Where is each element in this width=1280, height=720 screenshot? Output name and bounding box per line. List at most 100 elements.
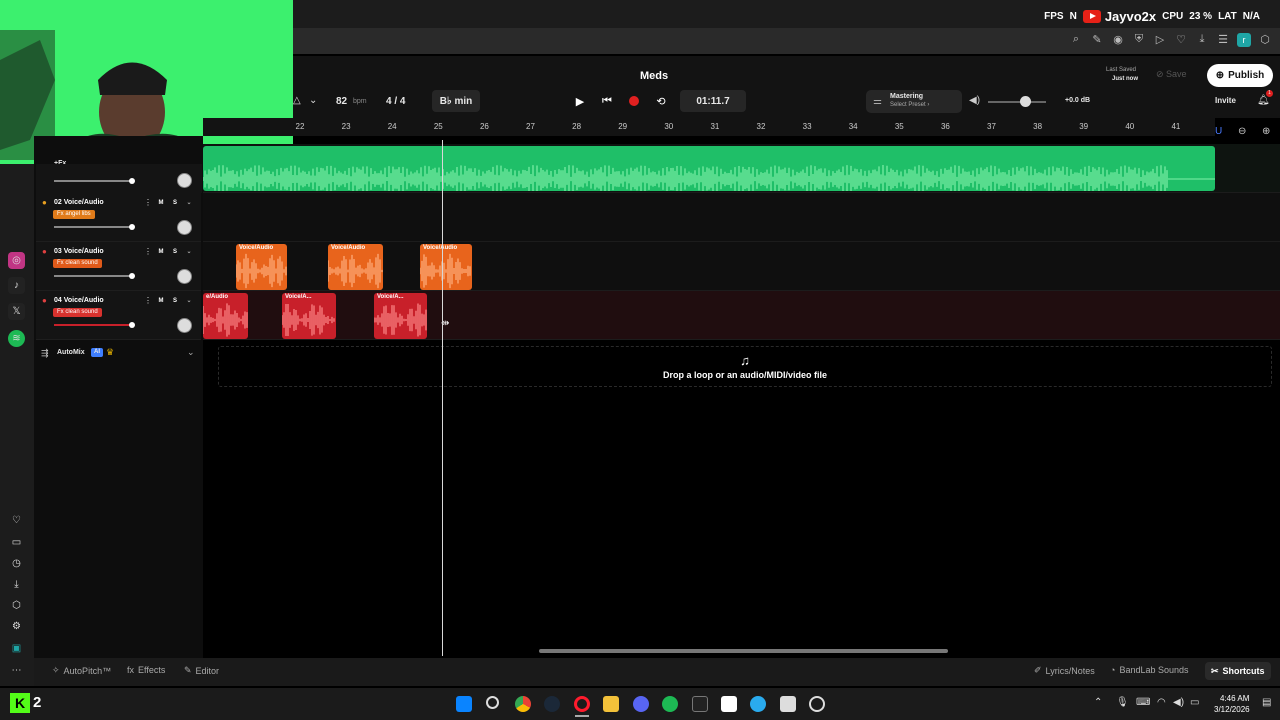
pan-knob[interactable]	[177, 318, 192, 333]
camera-icon[interactable]: ◉	[1111, 33, 1125, 47]
battery-icon[interactable]: ▭	[1190, 697, 1199, 708]
volume-handle[interactable]	[129, 224, 135, 230]
skip-back-button[interactable]: ⏮	[596, 90, 618, 112]
audio-clip-track-3[interactable]: Voice/Audio	[420, 244, 472, 290]
pan-knob[interactable]	[177, 220, 192, 235]
master-volume-handle[interactable]	[1020, 96, 1031, 107]
save-button[interactable]: ⊘ Save	[1156, 69, 1187, 80]
shield-icon[interactable]: ⛨	[1132, 33, 1146, 47]
solo-button[interactable]: S	[170, 198, 180, 208]
opera-icon[interactable]	[574, 696, 590, 712]
fx-badge[interactable]: Fx angel libs	[53, 210, 95, 219]
more-icon[interactable]: ⋮	[144, 247, 152, 256]
horizontal-scrollbar[interactable]	[539, 649, 948, 653]
track-header-4[interactable]: ● 04 Voice/Audio Fx clean sound ⋮ M S ⌄	[36, 291, 201, 340]
heart-icon[interactable]: ♡	[1174, 33, 1188, 47]
mastering-button[interactable]: ⚌ Mastering Select Preset ›	[866, 90, 962, 113]
taskbar-date[interactable]: 3/12/2026	[1214, 705, 1250, 714]
epic-games-icon[interactable]	[692, 696, 708, 712]
spotify-icon[interactable]	[662, 696, 678, 712]
chevron-down-icon[interactable]: ⌄	[309, 95, 317, 106]
track-header-3[interactable]: ● 03 Voice/Audio Fx clean sound ⋮ M S ⌄	[36, 242, 201, 291]
autopitch-button[interactable]: ✧ AutoPitch™	[52, 665, 111, 676]
history-icon[interactable]: ◷	[8, 555, 25, 572]
chevron-down-icon[interactable]: ⌄	[184, 296, 194, 306]
spotify-icon[interactable]: ≋	[8, 330, 25, 347]
audio-clip-track-3[interactable]: Voice/Audio	[236, 244, 287, 290]
start-icon[interactable]	[456, 696, 472, 712]
drop-zone[interactable]: ♫ Drop a loop or an audio/MIDI/video fil…	[218, 346, 1272, 387]
profile-extension-icon[interactable]: r	[1237, 33, 1251, 47]
record-arm-icon[interactable]: ●	[42, 296, 47, 305]
key-selector[interactable]: B♭ min	[432, 90, 480, 112]
instagram-icon[interactable]: ◎	[8, 252, 25, 269]
project-title[interactable]: Meds	[640, 70, 668, 82]
edit-icon[interactable]: ✎	[1090, 33, 1104, 47]
timeline-ruler[interactable]: 22 23 24 25 26 27 28 29 30 31 32 33 34 35 36 37 38 39 40 41	[203, 118, 1215, 136]
solo-button[interactable]: S	[170, 296, 180, 306]
discord-icon[interactable]	[633, 696, 649, 712]
time-signature[interactable]: 4 / 4	[386, 96, 405, 107]
speaker-icon[interactable]: ◀)	[969, 95, 980, 106]
play-icon[interactable]: ▷	[1153, 33, 1167, 47]
kick-icon[interactable]: K	[10, 693, 30, 713]
more-icon[interactable]: ⋮	[144, 296, 152, 305]
chevron-down-icon[interactable]: ⌄	[184, 198, 194, 208]
heart-icon[interactable]: ♡	[8, 512, 25, 529]
fx-badge[interactable]: Fx clean sound	[53, 259, 102, 268]
download-icon[interactable]: ⤓	[8, 576, 25, 593]
record-arm-icon[interactable]: ●	[42, 247, 47, 256]
notepad-icon[interactable]	[721, 696, 737, 712]
search-icon[interactable]	[486, 696, 499, 709]
volume-slider[interactable]	[54, 275, 132, 277]
zoom-out-icon[interactable]: ⊖	[1238, 126, 1246, 137]
audio-clip-track-3[interactable]: Voice/Audio	[328, 244, 383, 290]
mute-button[interactable]: M	[156, 247, 166, 257]
volume-slider[interactable]	[54, 180, 132, 182]
chat-icon[interactable]: ▭	[8, 534, 25, 551]
x-icon[interactable]: 𝕏	[8, 303, 25, 320]
track-lane-2[interactable]	[203, 193, 1280, 242]
more-icon[interactable]: ⋯	[8, 662, 25, 679]
menu-icon[interactable]: ☰	[1216, 33, 1230, 47]
record-button[interactable]	[623, 90, 645, 112]
zoom-in-icon[interactable]: ⊕	[1262, 126, 1270, 137]
fx-badge[interactable]: Fx clean sound	[53, 308, 102, 317]
search-icon[interactable]: ⌕	[1069, 33, 1083, 47]
more-icon[interactable]: ⋮	[144, 198, 152, 207]
publish-button[interactable]: ⊕ Publish	[1207, 64, 1273, 87]
cube-icon[interactable]: ⬡	[8, 597, 25, 614]
file-explorer-icon[interactable]	[603, 696, 619, 712]
record-arm-icon[interactable]: ●	[42, 198, 47, 207]
volume-handle[interactable]	[129, 178, 135, 184]
lyrics-button[interactable]: ✐ Lyrics/Notes	[1034, 665, 1095, 676]
loop-button[interactable]: ⟲	[650, 90, 672, 112]
automix-row[interactable]: ⇶ AutoMix AI ♛ ⌄	[36, 345, 202, 363]
magnet-icon[interactable]: U	[1215, 126, 1222, 137]
chrome-icon[interactable]	[515, 696, 531, 712]
track-header-1[interactable]	[36, 164, 202, 193]
volume-handle[interactable]	[129, 322, 135, 328]
master-volume-slider[interactable]	[988, 101, 1046, 103]
audio-clip-track-4[interactable]: e/Audio	[203, 293, 248, 339]
taskbar-time[interactable]: 4:46 AM	[1220, 694, 1249, 703]
bandlab-sounds-button[interactable]: ◔ BandLab Sounds	[1110, 665, 1189, 675]
pan-knob[interactable]	[177, 269, 192, 284]
wifi-icon[interactable]: ◠	[1157, 697, 1166, 708]
tiktok-icon[interactable]: ♪	[8, 277, 25, 294]
audio-clip-track-1[interactable]	[203, 146, 1215, 191]
editor-button[interactable]: ✎ Editor	[184, 665, 219, 676]
extension-icon[interactable]: ⬡	[1258, 33, 1272, 47]
bpm-value[interactable]: 82	[336, 96, 347, 107]
chevron-down-icon[interactable]: ⌄	[184, 247, 194, 257]
volume-slider[interactable]	[54, 226, 132, 228]
audio-clip-track-4[interactable]: Voice/A...	[374, 293, 427, 339]
track-lane-4[interactable]	[203, 291, 1280, 340]
shortcuts-button[interactable]: ✂ Shortcuts	[1205, 662, 1271, 680]
settings-icon[interactable]: ⚙	[8, 618, 25, 635]
volume-slider[interactable]	[54, 324, 132, 326]
pan-knob[interactable]	[177, 173, 192, 188]
notifications-icon[interactable]: ▤	[1262, 697, 1271, 708]
tab-icon[interactable]: ▣	[8, 640, 25, 657]
keyboard-icon[interactable]: ⌨	[1136, 697, 1150, 708]
